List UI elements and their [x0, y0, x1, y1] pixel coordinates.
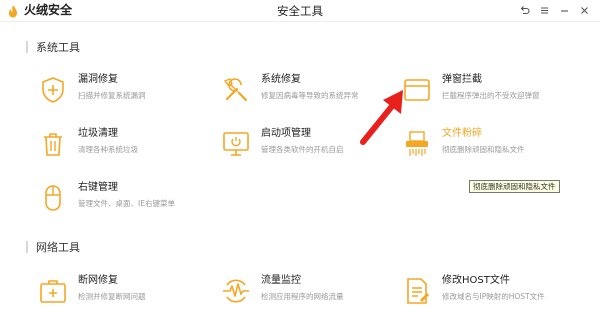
brand: 火绒安全	[6, 3, 72, 18]
section-divider	[26, 41, 28, 53]
section-network-tools: 网络工具	[26, 239, 80, 255]
tools-panel: 系统工具 漏洞修复 扫描并修复系统漏洞 系统修复 修复因病毒等导致的系统异常 弹…	[0, 22, 600, 324]
section-divider	[26, 241, 28, 253]
mouse-icon	[45, 185, 61, 211]
tool-title: 垃圾清理	[78, 128, 118, 139]
tool-description: 管理文件、桌面、IE右键菜单	[78, 199, 175, 208]
tool-title: 启动项管理	[261, 128, 311, 139]
minimize-icon[interactable]	[556, 2, 572, 18]
red-arrow-annotation	[360, 90, 403, 145]
tool-description: 彻底删除顽固和隐私文件	[442, 145, 525, 154]
menu-icon[interactable]	[536, 2, 552, 18]
tool-description: 扫描并修复系统漏洞	[78, 91, 146, 100]
window-controls	[516, 2, 592, 18]
section-title: 网络工具	[36, 241, 80, 254]
tools-icon	[223, 78, 248, 102]
section-system-tools: 系统工具	[26, 39, 80, 55]
medkit-icon	[40, 280, 66, 303]
close-icon[interactable]	[576, 2, 592, 18]
tool-traffic-monitor[interactable]: 流量监控 检测应用程序的网络流量	[221, 272, 401, 312]
huorong-logo-icon	[9, 4, 17, 17]
tool-title: 右键管理	[78, 182, 118, 193]
tooltip: 彻底删除顽固和隐私文件	[469, 180, 560, 193]
back-icon[interactable]	[516, 2, 532, 18]
tool-description: 修复因病毒等导致的系统异常	[261, 91, 359, 100]
monitor-power-icon	[223, 132, 249, 156]
shield-plus-icon	[42, 77, 64, 103]
tool-description: 修改域名与IP映射的HOST文件	[442, 292, 545, 301]
title-bar: 火绒安全 安全工具	[0, 0, 600, 22]
tool-context-menu-manager[interactable]: 右键管理 管理文件、桌面、IE右键菜单	[38, 179, 218, 219]
tool-junk-cleanup[interactable]: 垃圾清理 清理各种系统垃圾	[38, 125, 218, 165]
tool-title: 漏洞修复	[78, 74, 118, 85]
tool-description: 清理各种系统垃圾	[78, 145, 138, 154]
host-file-icon	[407, 278, 429, 304]
tool-vulnerability-fix[interactable]: 漏洞修复 扫描并修复系统漏洞	[38, 71, 218, 111]
tool-title: 系统修复	[261, 74, 301, 85]
section-title: 系统工具	[36, 41, 80, 54]
tool-popup-blocker[interactable]: 弹窗拦截 拦截程序弹出的不受欢迎弹窗	[402, 71, 582, 111]
trash-icon	[44, 133, 62, 156]
tool-edit-host-file[interactable]: 修改HOST文件 修改域名与IP映射的HOST文件	[402, 272, 582, 312]
tool-title: 断网修复	[78, 275, 118, 286]
tool-title: 流量监控	[261, 275, 301, 286]
tool-description: 拦截程序弹出的不受欢迎弹窗	[442, 91, 540, 100]
tool-description: 检测并修复断网问题	[78, 292, 146, 301]
window-title: 安全工具	[277, 4, 323, 18]
tool-title: 弹窗拦截	[442, 74, 482, 85]
brand-name: 火绒安全	[24, 3, 73, 17]
tool-file-shredder[interactable]: 文件粉碎 彻底删除顽固和隐私文件	[402, 125, 582, 165]
tool-title: 修改HOST文件	[442, 275, 510, 286]
tool-description: 管理各类软件的开机自启	[261, 145, 344, 154]
tool-description: 检测应用程序的网络流量	[261, 292, 344, 301]
tool-network-repair[interactable]: 断网修复 检测并修复断网问题	[38, 272, 218, 312]
tool-title: 文件粉碎	[442, 128, 482, 139]
pulse-icon	[223, 279, 249, 303]
